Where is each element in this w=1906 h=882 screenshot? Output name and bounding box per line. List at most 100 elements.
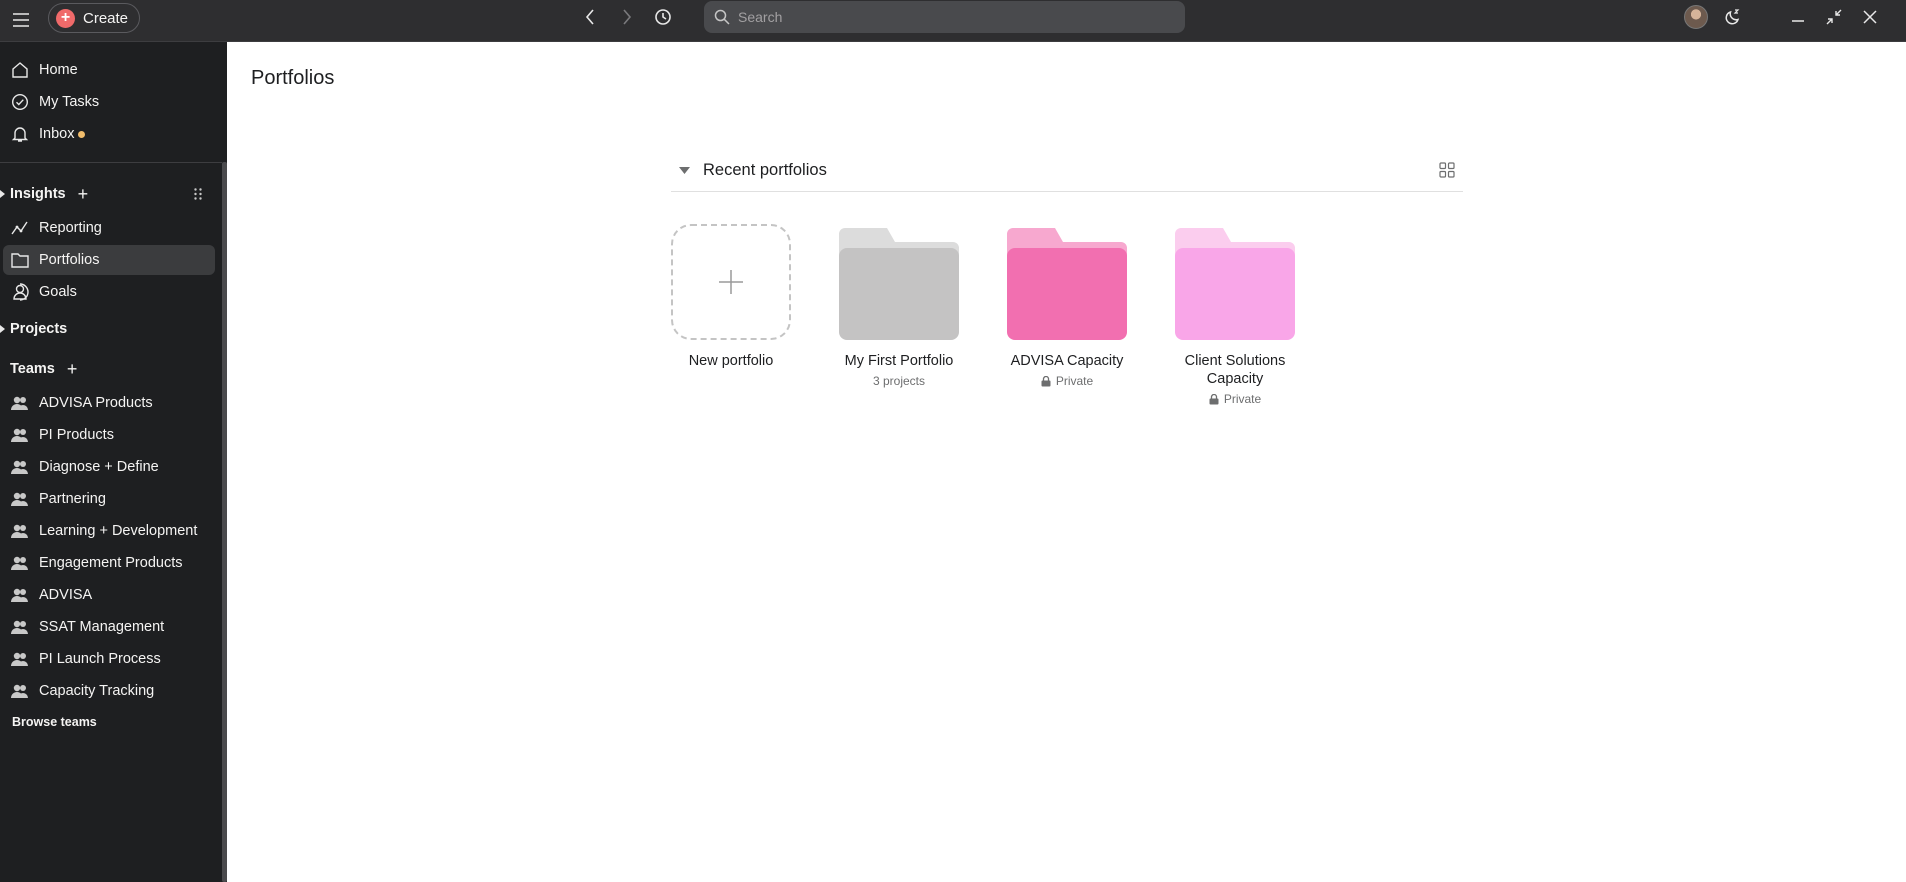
sidebar-item-goals[interactable]: Goals <box>0 277 215 307</box>
sidebar-item-team[interactable]: SSAT Management <box>0 612 215 642</box>
sidebar-item-team[interactable]: Capacity Tracking <box>0 676 215 706</box>
portfolio-tile[interactable]: My First Portfolio 3 projects <box>834 224 964 388</box>
search-bar[interactable] <box>704 1 1185 33</box>
back-button[interactable] <box>577 4 603 30</box>
hamburger-icon <box>13 13 29 27</box>
sidebar-item-my-tasks[interactable]: My Tasks <box>0 87 215 117</box>
team-icon <box>10 457 30 477</box>
sidebar-section-teams[interactable]: Teams + <box>0 356 77 382</box>
lock-icon <box>1041 375 1051 387</box>
team-icon <box>10 521 30 541</box>
chevron-left-icon <box>585 9 594 25</box>
sidebar-item-label: Home <box>39 62 78 78</box>
menu-toggle-button[interactable] <box>6 5 36 35</box>
tile-name: ADVISA Capacity <box>1010 353 1124 369</box>
section-title: Teams <box>10 361 55 377</box>
sidebar-item-label: Inbox <box>39 126 75 142</box>
team-icon <box>10 585 30 605</box>
plus-icon <box>719 270 743 294</box>
tile-meta: Private <box>1170 392 1300 406</box>
chevron-right-icon <box>623 9 632 25</box>
add-team-button[interactable]: + <box>67 360 78 378</box>
portfolio-folder-icon <box>1007 224 1127 340</box>
sidebar-item-label: SSAT Management <box>39 619 165 635</box>
grid-icon <box>1439 162 1455 178</box>
sidebar-scrollbar[interactable] <box>222 162 227 882</box>
page-title: Portfolios <box>251 67 335 89</box>
sidebar-item-label: Portfolios <box>39 252 100 268</box>
sidebar-item-team[interactable]: ADVISA Products <box>0 388 215 418</box>
sidebar-section-insights[interactable]: Insights + <box>0 181 88 207</box>
search-input[interactable] <box>738 9 1158 25</box>
moon-snooze-icon <box>1725 9 1740 25</box>
tile-meta-text: 3 projects <box>872 374 926 388</box>
line-chart-icon <box>10 218 30 238</box>
sidebar-item-label: ADVISA Products <box>39 395 153 411</box>
caret-right-icon <box>0 325 10 333</box>
create-button[interactable]: + Create <box>48 3 140 33</box>
sidebar-divider <box>0 162 222 163</box>
portfolio-folder-icon <box>839 224 959 340</box>
tile-meta-text: Private <box>1055 374 1094 388</box>
add-insight-button[interactable]: + <box>78 185 89 203</box>
forward-button[interactable] <box>614 4 640 30</box>
sidebar-item-inbox[interactable]: Inbox <box>0 119 215 149</box>
sidebar-item-team[interactable]: PI Products <box>0 420 215 450</box>
minimize-icon <box>1792 20 1804 22</box>
sidebar-item-label: Engagement Products <box>39 555 183 571</box>
person-goal-icon <box>10 282 30 302</box>
sidebar-item-team[interactable]: ADVISA <box>0 580 215 610</box>
section-title: Insights <box>10 186 66 202</box>
collapse-section-button[interactable] <box>679 167 699 174</box>
sidebar-item-label: ADVISA <box>39 587 93 603</box>
recent-portfolios-header: Recent portfolios <box>671 150 1463 192</box>
new-portfolio-tile[interactable]: New portfolio <box>666 224 796 370</box>
sidebar-item-label: Goals <box>39 284 77 300</box>
sidebar-item-team[interactable]: Learning + Development <box>0 516 215 546</box>
plus-icon: + <box>56 8 75 28</box>
check-circle-icon <box>10 92 30 112</box>
team-icon <box>10 553 30 573</box>
sidebar-item-label: Diagnose + Define <box>39 459 159 475</box>
lock-icon <box>1209 393 1219 405</box>
do-not-disturb-button[interactable] <box>1720 4 1746 30</box>
team-icon <box>10 425 30 445</box>
team-icon <box>10 649 30 669</box>
sidebar-item-team[interactable]: Partnering <box>0 484 215 514</box>
create-button-label: Create <box>83 9 129 27</box>
section-title: Projects <box>10 321 68 337</box>
user-avatar[interactable] <box>1684 5 1708 29</box>
sidebar-item-home[interactable]: Home <box>0 55 215 85</box>
browse-teams-link[interactable]: Browse teams <box>12 715 97 729</box>
portfolio-tile[interactable]: Client Solutions Capacity Private <box>1170 224 1300 406</box>
portfolio-tile[interactable]: ADVISA Capacity Private <box>1002 224 1132 388</box>
window-restore-button[interactable] <box>1820 4 1848 30</box>
sidebar-item-label: Learning + Development <box>39 523 198 539</box>
bell-icon <box>10 124 30 144</box>
search-icon <box>714 9 730 25</box>
tile-name: Client Solutions Capacity <box>1184 353 1286 387</box>
unread-indicator-dot <box>78 130 86 138</box>
team-icon <box>10 617 30 637</box>
sidebar-item-label: PI Products <box>39 427 114 443</box>
team-icon <box>10 489 30 509</box>
home-icon <box>10 60 30 80</box>
tile-meta: 3 projects <box>834 374 964 388</box>
sidebar-item-team[interactable]: Diagnose + Define <box>0 452 215 482</box>
window-close-button[interactable] <box>1856 4 1884 30</box>
sidebar-item-team[interactable]: PI Launch Process <box>0 644 215 674</box>
sidebar-item-label: Reporting <box>39 220 102 236</box>
new-portfolio-button[interactable] <box>671 224 791 340</box>
sidebar-item-portfolios[interactable]: Portfolios <box>3 245 215 275</box>
sidebar-item-team[interactable]: Engagement Products <box>0 548 215 578</box>
drag-handle-icon[interactable] <box>194 187 206 201</box>
sidebar: Home My Tasks Inbox Insights + Reporting <box>0 42 227 882</box>
portfolio-folder-icon <box>1175 224 1295 340</box>
sidebar-item-reporting[interactable]: Reporting <box>0 213 215 243</box>
grid-view-button[interactable] <box>1435 158 1459 182</box>
sidebar-item-label: PI Launch Process <box>39 651 161 667</box>
team-icon <box>10 393 30 413</box>
sidebar-section-projects[interactable]: Projects <box>0 316 67 342</box>
window-minimize-button[interactable] <box>1784 4 1812 30</box>
history-button[interactable] <box>650 4 676 30</box>
